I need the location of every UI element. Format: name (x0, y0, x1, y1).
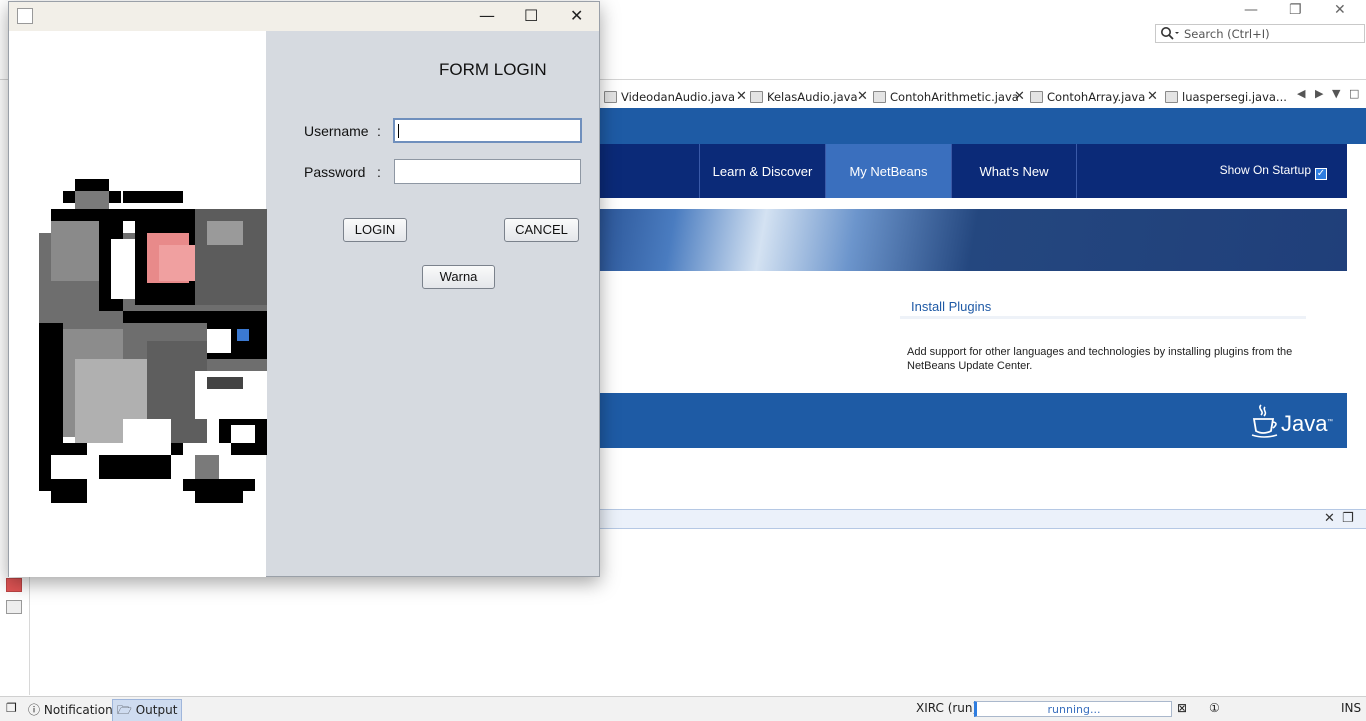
tab-contoharithmetic[interactable]: ContohArithmetic.java ✕ (873, 86, 1025, 108)
dialog-close-icon[interactable]: ✕ (570, 6, 583, 25)
nav-label: Learn & Discover (712, 164, 813, 179)
close-output-icon[interactable]: ✕ (1324, 511, 1335, 526)
install-plugins-link[interactable]: Install Plugins (900, 298, 1306, 319)
tab-label: ContohArithmetic.java (890, 90, 1019, 104)
output-label: Output (135, 703, 178, 717)
dialog-maximize-icon[interactable]: ☐ (524, 6, 538, 25)
search-input[interactable]: Search (Ctrl+I) (1155, 24, 1365, 43)
username-input[interactable] (393, 118, 582, 143)
username-colon: : (377, 123, 381, 139)
tab-contoharray[interactable]: ContohArray.java ✕ (1030, 86, 1158, 108)
tab-label: ContohArray.java (1047, 90, 1146, 104)
output-button[interactable]: 🗁 Output (112, 699, 183, 721)
nav-label: My NetBeans (849, 164, 928, 179)
output-panel-header: ✕ ❐ (600, 509, 1366, 529)
tab-label: KelasAudio.java (767, 90, 858, 104)
restore-icon[interactable]: ❐ (1289, 2, 1302, 18)
tab-close-icon[interactable]: ✕ (736, 89, 747, 104)
output-icon: 🗁 (117, 703, 132, 717)
run-label: XIRC (run) (916, 701, 978, 715)
start-page-banner (600, 209, 1347, 271)
cancel-task-icon[interactable]: ⊠ (1177, 701, 1187, 715)
java-file-icon (1030, 91, 1043, 103)
minimize-icon[interactable]: — (1244, 2, 1258, 18)
notifications-button[interactable]: ⓘ Notifications (28, 701, 119, 718)
cancel-button[interactable]: CANCEL (504, 218, 579, 242)
cat-image-panel (9, 31, 267, 577)
window-icon[interactable]: ❐ (6, 701, 17, 715)
close-icon[interactable]: ✕ (1334, 2, 1346, 18)
statusbar: ❐ ⓘ Notifications 🗁 Output XIRC (run) ru… (0, 696, 1366, 721)
warna-button[interactable]: Warna (422, 265, 495, 289)
nav-my-netbeans[interactable]: My NetBeans (825, 144, 951, 198)
notification-count-icon[interactable]: ① (1209, 701, 1220, 715)
dialog-minimize-icon[interactable]: — (479, 6, 495, 25)
settings-icon[interactable] (6, 600, 22, 614)
stop-icon[interactable] (6, 578, 22, 592)
start-page-nav: Learn & Discover My NetBeans What's New … (600, 144, 1347, 198)
tab-luaspersegi[interactable]: luaspersegi.java... (1165, 86, 1287, 108)
insert-mode: INS (1341, 701, 1362, 715)
tab-scroll-right-icon[interactable]: ▶ (1315, 87, 1323, 100)
notifications-label: Notifications (43, 703, 119, 717)
run-progress-bar: running... (974, 701, 1172, 717)
tab-label: luaspersegi.java... (1182, 90, 1287, 104)
password-label: Password (304, 164, 366, 180)
tab-close-icon[interactable]: ✕ (1147, 89, 1158, 104)
output-side-toolbar (6, 578, 24, 622)
java-file-icon (604, 91, 617, 103)
form-title: FORM LOGIN (439, 60, 547, 79)
username-label: Username (304, 123, 369, 139)
search-icon (1160, 26, 1180, 43)
editor-tabs: VideodanAudio.java ✕ KelasAudio.java ✕ Con… (600, 86, 1366, 108)
java-logo: Java ™ (1251, 401, 1333, 444)
tab-label: VideodanAudio.java (621, 90, 736, 104)
nav-whats-new[interactable]: What's New (951, 144, 1077, 198)
tab-videodanaudio[interactable]: VideodanAudio.java ✕ (604, 86, 747, 108)
nav-label: What's New (979, 164, 1049, 179)
checkbox-checked-icon[interactable]: ✓ (1315, 168, 1327, 180)
install-plugins-description: Add support for other languages and tech… (907, 346, 1293, 372)
search-placeholder: Search (Ctrl+I) (1184, 27, 1270, 41)
dialog-titlebar[interactable]: — ☐ ✕ (9, 2, 599, 31)
password-input[interactable] (394, 159, 581, 184)
login-button[interactable]: LOGIN (343, 218, 407, 242)
login-dialog: — ☐ ✕ FORM LOGIN Username: Password: L… (8, 1, 600, 577)
nav-learn-discover[interactable]: Learn & Discover (699, 144, 825, 198)
java-file-icon (750, 91, 763, 103)
start-page-footer: Java ™ (600, 393, 1347, 448)
tab-kelasaudio[interactable]: KelasAudio.java ✕ (750, 86, 868, 108)
pixel-cat-image (39, 179, 267, 503)
svg-text:™: ™ (1327, 418, 1333, 425)
start-page-header-band (600, 108, 1366, 144)
text-caret (398, 124, 399, 138)
info-icon: ⓘ (28, 703, 41, 717)
show-on-startup-toggle[interactable]: Show On Startup ✓ (1220, 163, 1327, 180)
tab-close-icon[interactable]: ✕ (1014, 89, 1025, 104)
java-cup-icon (17, 8, 33, 24)
java-file-icon (1165, 91, 1178, 103)
tab-scroll-left-icon[interactable]: ◀ (1297, 87, 1305, 100)
maximize-editor-icon[interactable]: □ (1349, 87, 1359, 100)
tab-list-icon[interactable]: ▼ (1332, 87, 1340, 100)
tab-close-icon[interactable]: ✕ (857, 89, 868, 104)
password-colon: : (377, 164, 381, 180)
restore-output-icon[interactable]: ❐ (1342, 511, 1354, 526)
java-logo-text: Java (1281, 411, 1328, 436)
java-file-icon (873, 91, 886, 103)
show-on-startup-label: Show On Startup (1219, 163, 1311, 177)
